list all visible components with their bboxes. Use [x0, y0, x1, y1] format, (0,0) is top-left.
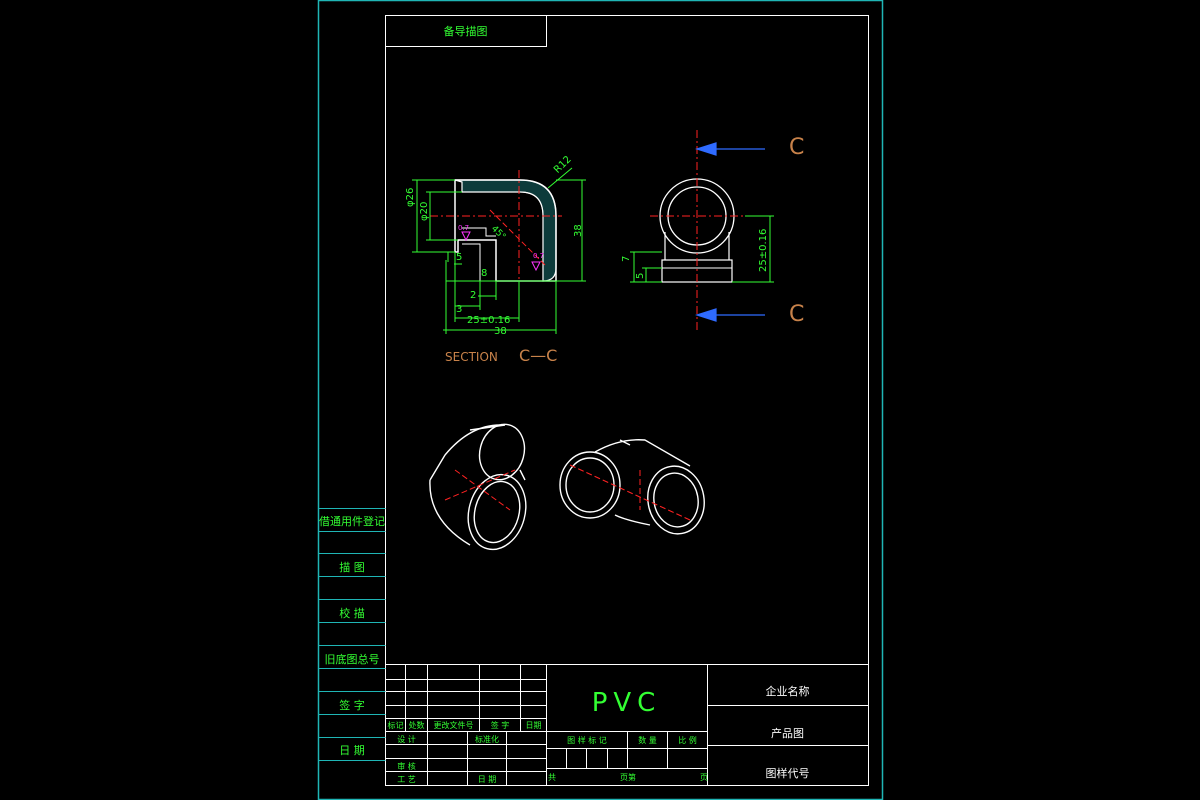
dim-2: 2	[470, 290, 477, 301]
left-label-old-drawing-no: 旧底图总号	[324, 653, 380, 666]
dim-phi26: φ26	[405, 187, 416, 207]
left-label-check-tracing: 校 描	[339, 607, 365, 620]
roughness-0.7-b: 0.7	[533, 252, 545, 260]
rev-header-date: 日期	[525, 721, 542, 730]
drawing-canvas	[317, 0, 884, 800]
rev-date: 日 期	[477, 775, 497, 784]
isometric-view-right	[559, 439, 705, 535]
side-view	[630, 130, 774, 330]
dim-8: 8	[481, 268, 488, 279]
rev-header-signature: 签 字	[490, 721, 510, 730]
company-name: 企业名称	[765, 685, 810, 698]
rev-review: 审 核	[397, 762, 416, 771]
roughness-0.7-a: 0.7	[458, 224, 470, 232]
stage-header-mark: 图 样 标 记	[567, 736, 607, 745]
sheet-mid: 页第	[620, 773, 636, 782]
dim-25: 25±0.16	[467, 315, 511, 326]
rev-header-mark: 标记	[387, 721, 404, 730]
side-dim-25: 25±0.16	[758, 228, 769, 272]
dim-phi20: φ20	[419, 201, 430, 221]
section-mark-bottom: C	[789, 302, 805, 327]
left-label-tracing: 描 图	[339, 561, 365, 574]
section-caption-word: SECTION	[445, 350, 498, 364]
rev-process: 工 艺	[397, 775, 416, 784]
sheet-suffix: 页	[700, 773, 708, 782]
rev-header-change-doc: 更改文件号	[433, 721, 474, 730]
drawing-code: 图样代号	[765, 767, 810, 780]
rev-design: 设 计	[397, 735, 416, 744]
section-caption-letters: C—C	[519, 346, 558, 365]
dim-5: 5	[456, 252, 463, 263]
top-label: 备导描图	[443, 25, 488, 38]
left-label-signature: 签 字	[339, 699, 365, 712]
side-dim-5: 5	[635, 272, 646, 279]
material-label: PVC	[591, 688, 662, 718]
dim-38-horizontal: 38	[494, 326, 507, 337]
section-mark-top: C	[789, 135, 805, 160]
section-wall	[454, 179, 557, 282]
dim-3: 3	[456, 304, 463, 315]
section-socket	[462, 227, 496, 281]
stage-header-quantity: 数 量	[638, 736, 657, 745]
left-column-grid	[318, 508, 386, 761]
sheet-prefix: 共	[548, 773, 556, 782]
inner-border	[385, 15, 869, 786]
left-label-date: 日 期	[339, 744, 365, 757]
rev-header-count: 处数	[408, 721, 425, 730]
stage-header-scale: 比 例	[678, 736, 697, 745]
side-dim-7: 7	[621, 255, 632, 262]
left-label-registry: 借通用件登记	[319, 515, 385, 528]
rev-standardization: 标准化	[475, 735, 499, 744]
section-view	[412, 167, 586, 334]
isometric-view-left	[429, 423, 527, 551]
dim-38-vertical: 38	[573, 224, 584, 237]
product-drawing: 产品图	[771, 727, 804, 740]
